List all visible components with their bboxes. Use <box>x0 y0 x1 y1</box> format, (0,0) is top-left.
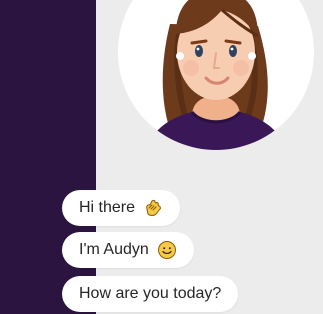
waving-hand-icon <box>143 198 163 218</box>
chat-message: I'm Audyn <box>62 232 194 268</box>
message-text: How are you today? <box>79 285 222 302</box>
message-text: Hi there <box>79 199 136 216</box>
chat-message: How are you today? <box>62 276 239 312</box>
chat-screen: Hi there I'm Audyn How are you today? <box>0 0 323 314</box>
smiling-face-icon <box>157 240 177 260</box>
message-text: I'm Audyn <box>79 241 149 258</box>
chat-message: Hi there <box>62 190 181 226</box>
